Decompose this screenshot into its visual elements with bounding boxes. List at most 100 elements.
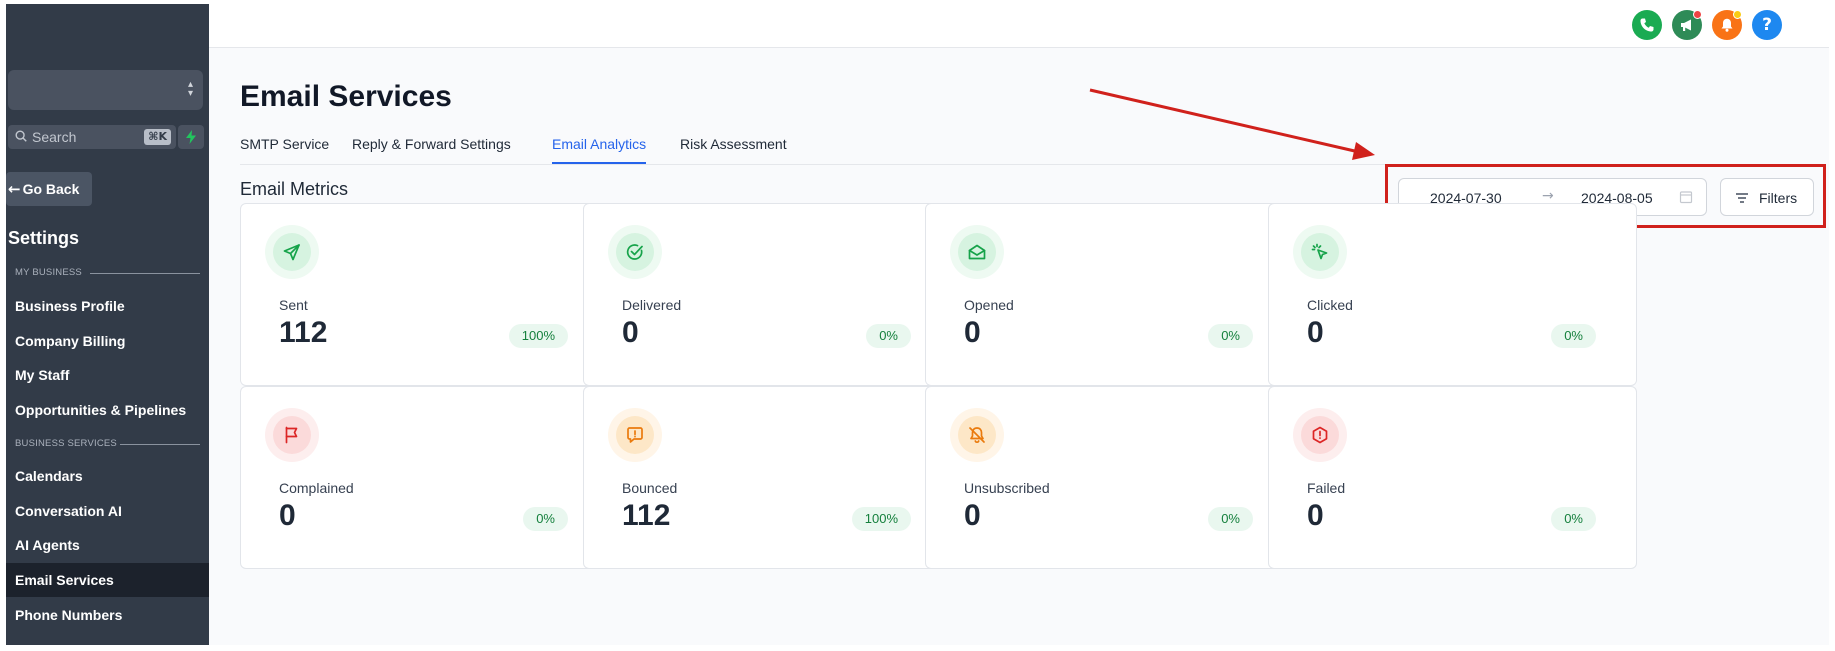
tab-risk-assessment[interactable]: Risk Assessment: [680, 136, 787, 152]
metric-percent-badge: 0%: [1208, 324, 1253, 348]
sidebar-item-calendars[interactable]: Calendars: [6, 459, 209, 493]
metric-icon-inner: [616, 233, 654, 271]
arrow-left-icon: ←: [8, 180, 21, 198]
section-divider: [90, 273, 200, 274]
sidebar-item-my-staff[interactable]: My Staff: [6, 358, 209, 392]
metric-percent-badge: 0%: [866, 324, 911, 348]
metric-percent-badge: 0%: [1551, 507, 1596, 531]
tab-email-analytics[interactable]: Email Analytics: [552, 136, 646, 152]
metric-label: Failed: [1307, 480, 1346, 496]
sidebar: ▴ ▾ Search ⌘K ← Go Back Settings MY BUSIN…: [6, 4, 209, 645]
metric-icon-badge: [265, 225, 319, 279]
help-button[interactable]: ?: [1752, 10, 1782, 40]
hexagon-alert-icon: [1312, 426, 1328, 444]
metric-card-failed: Failed 0 0%: [1268, 386, 1637, 569]
search-placeholder: Search: [32, 129, 77, 145]
search-icon: [15, 130, 27, 142]
metric-icon-badge: [265, 408, 319, 462]
cursor-click-icon: [1311, 243, 1328, 260]
check-circle-icon: [626, 244, 643, 260]
notification-dot: [1693, 10, 1702, 19]
lightning-icon: [186, 130, 196, 144]
page-title: Email Services: [240, 80, 452, 113]
flag-icon: [285, 426, 298, 444]
metric-card-complained: Complained 0 0%: [240, 386, 609, 569]
go-back-label: Go Back: [22, 181, 80, 197]
metric-card-opened: Opened 0 0%: [925, 203, 1294, 386]
app-window: ▴ ▾ Search ⌘K ← Go Back Settings MY BUSIN…: [0, 0, 1835, 651]
tab-reply-forward-settings[interactable]: Reply & Forward Settings: [352, 136, 511, 152]
phone-icon: [1640, 18, 1654, 32]
chevron-updown-icon: ▴ ▾: [187, 79, 193, 99]
metric-value: 0: [964, 316, 981, 349]
metric-icon-inner: [1301, 233, 1339, 271]
send-icon: [283, 244, 300, 261]
metric-value: 0: [1307, 316, 1324, 349]
megaphone-icon: [1681, 19, 1691, 31]
metric-icon-inner: [958, 233, 996, 271]
metric-label: Complained: [279, 480, 354, 496]
bell-icon: [1721, 18, 1733, 32]
envelope-open-icon: [968, 244, 986, 260]
location-switcher[interactable]: ▴ ▾: [8, 70, 203, 110]
metric-label: Clicked: [1307, 297, 1353, 313]
metric-percent-badge: 100%: [851, 507, 911, 531]
metric-percent-badge: 100%: [508, 324, 568, 348]
sidebar-item-opportunities-pipelines[interactable]: Opportunities & Pipelines: [6, 393, 209, 427]
metric-icon-inner: [273, 233, 311, 271]
metric-label: Bounced: [622, 480, 678, 496]
tab-smtp-service[interactable]: SMTP Service: [240, 136, 329, 152]
sidebar-item-business-profile[interactable]: Business Profile: [6, 289, 209, 323]
metric-value: 112: [279, 316, 328, 349]
bell-off-icon: [969, 427, 985, 444]
metric-label: Unsubscribed: [964, 480, 1050, 496]
section-label-business-services: BUSINESS SERVICES: [15, 438, 117, 449]
metric-value: 112: [622, 499, 671, 532]
message-alert-icon: [627, 427, 643, 443]
search-input[interactable]: Search ⌘K: [8, 125, 176, 149]
metric-label: Sent: [279, 297, 308, 313]
metric-card-clicked: Clicked 0 0%: [1268, 203, 1637, 386]
metric-icon-inner: [273, 416, 311, 454]
metric-value: 0: [1307, 499, 1324, 532]
metric-value: 0: [279, 499, 296, 532]
metric-label: Opened: [964, 297, 1014, 313]
metric-percent-badge: 0%: [523, 507, 568, 531]
quick-actions-button[interactable]: [178, 125, 204, 149]
top-bar: ?: [209, 4, 1829, 48]
sidebar-title: Settings: [8, 228, 80, 248]
main-content: ? Email Services SMTP Service Reply & Fo…: [209, 4, 1829, 645]
metric-icon-badge: [950, 408, 1004, 462]
metric-icon-inner: [616, 416, 654, 454]
section-divider: [120, 444, 200, 445]
metric-card-bounced: Bounced 112 100%: [583, 386, 952, 569]
notifications-button[interactable]: [1712, 10, 1742, 40]
announcements-button[interactable]: [1672, 10, 1702, 40]
sidebar-item-conversation-ai[interactable]: Conversation AI: [6, 494, 209, 528]
sidebar-item-email-services[interactable]: Email Services: [6, 563, 209, 597]
metric-icon-inner: [1301, 416, 1339, 454]
metric-label: Delivered: [622, 297, 682, 313]
sidebar-item-ai-agents[interactable]: AI Agents: [6, 528, 209, 562]
metric-card-delivered: Delivered 0 0%: [583, 203, 952, 386]
metric-icon-badge: [950, 225, 1004, 279]
sidebar-item-phone-numbers[interactable]: Phone Numbers: [6, 598, 209, 632]
help-icon: ?: [1762, 15, 1772, 35]
phone-button[interactable]: [1632, 10, 1662, 40]
metric-percent-badge: 0%: [1551, 324, 1596, 348]
section-label-my-business: MY BUSINESS: [15, 267, 82, 278]
metric-icon-badge: [608, 225, 662, 279]
metric-value: 0: [964, 499, 981, 532]
metric-card-unsubscribed: Unsubscribed 0 0%: [925, 386, 1294, 569]
metric-card-sent: Sent 112 100%: [240, 203, 609, 386]
metric-icon-badge: [1293, 408, 1347, 462]
search-shortcut-badge: ⌘K: [144, 129, 171, 145]
section-title: Email Metrics: [240, 179, 349, 199]
metric-icon-badge: [608, 408, 662, 462]
go-back-button[interactable]: ← Go Back: [6, 172, 92, 206]
metric-percent-badge: 0%: [1208, 507, 1253, 531]
metric-icon-inner: [958, 416, 996, 454]
notification-dot: [1733, 10, 1742, 19]
sidebar-item-company-billing[interactable]: Company Billing: [6, 324, 209, 358]
metric-icon-badge: [1293, 225, 1347, 279]
